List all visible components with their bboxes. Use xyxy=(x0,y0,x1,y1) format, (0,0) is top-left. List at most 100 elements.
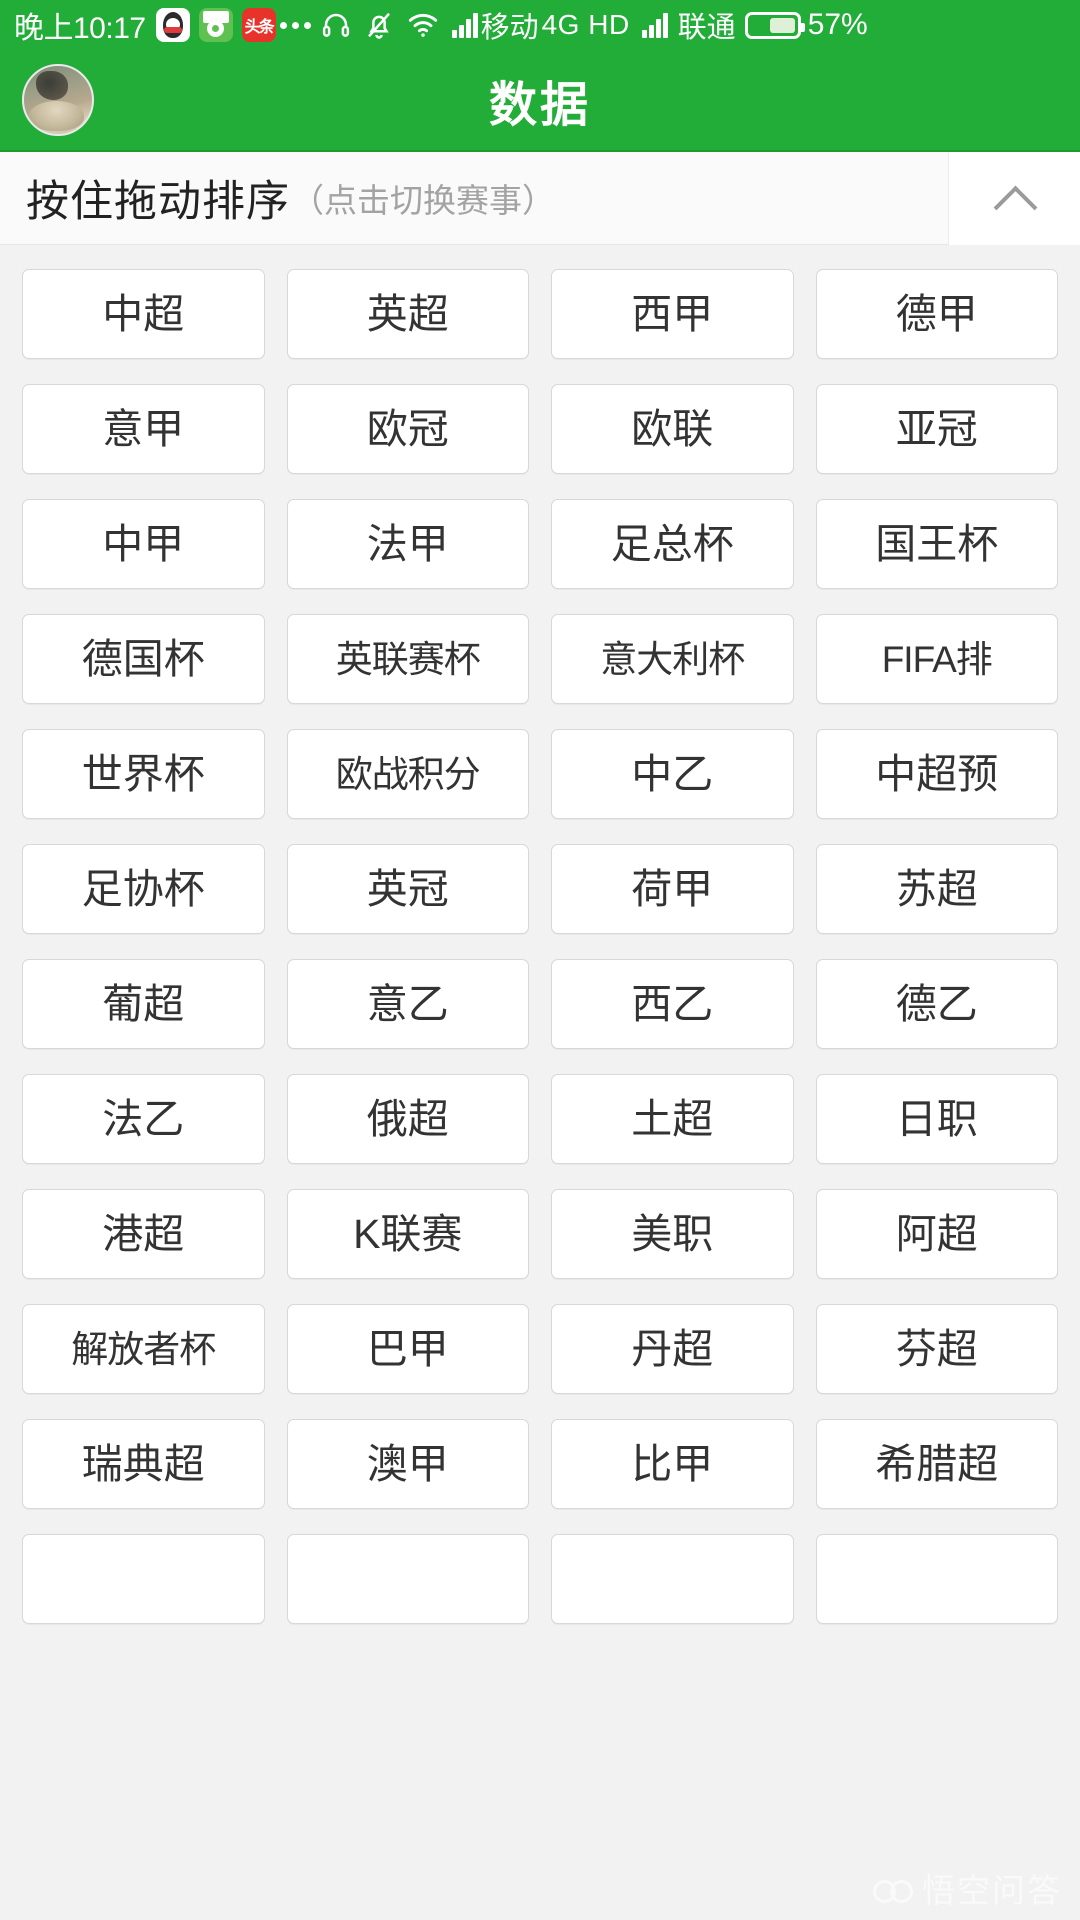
league-label: K联赛 xyxy=(353,1210,463,1257)
league-label: 荷甲 xyxy=(631,865,714,912)
league-card[interactable]: 德甲 xyxy=(815,269,1058,359)
carrier-secondary-label: 联通 xyxy=(677,12,736,44)
league-grid-area: 中超 英超 西甲 德甲意甲 欧冠 欧联 亚冠中甲 法甲 足总杯 国王杯德国杯 英联赛杯 意大利杯 FIF… xyxy=(0,245,1080,1920)
league-card[interactable]: 希腊超 xyxy=(815,1419,1058,1509)
league-label: 国王杯 xyxy=(875,520,999,567)
league-label: 解放者杯 xyxy=(71,1328,216,1370)
wifi-icon xyxy=(407,11,439,39)
league-card[interactable]: K联赛 xyxy=(286,1189,529,1279)
league-card[interactable]: 足总杯 xyxy=(551,499,794,589)
league-card-empty xyxy=(286,1534,529,1624)
league-card[interactable]: 英联赛杯 xyxy=(286,614,529,704)
league-label: 英联赛杯 xyxy=(335,638,481,680)
league-card[interactable]: 欧冠 xyxy=(286,384,529,474)
league-card[interactable]: 国王杯 xyxy=(815,499,1058,589)
league-card[interactable]: 足协杯 xyxy=(22,844,265,934)
league-card[interactable]: 解放者杯 xyxy=(22,1304,265,1394)
league-label: 比甲 xyxy=(631,1440,714,1487)
collapse-button[interactable] xyxy=(948,151,1080,245)
league-card[interactable]: 澳甲 xyxy=(286,1419,529,1509)
league-card[interactable]: 葡超 xyxy=(22,959,265,1049)
league-label: 意乙 xyxy=(366,980,449,1027)
watermark: 悟空问答 xyxy=(872,1864,1062,1912)
football-app-icon xyxy=(198,8,233,42)
league-label: 俄超 xyxy=(366,1095,449,1142)
league-card[interactable]: 日职 xyxy=(815,1074,1058,1164)
league-label: 英超 xyxy=(366,290,449,337)
league-label: 葡超 xyxy=(102,980,185,1027)
league-label: 足总杯 xyxy=(610,520,734,567)
league-card[interactable]: 意大利杯 xyxy=(551,614,794,704)
signal-icon-secondary xyxy=(641,12,668,38)
league-card[interactable]: 世界杯 xyxy=(22,729,265,819)
league-card[interactable]: 中超预 xyxy=(815,729,1058,819)
league-card[interactable]: 英超 xyxy=(286,269,529,359)
league-label: 中乙 xyxy=(631,750,714,797)
league-label: 巴甲 xyxy=(366,1325,449,1372)
league-label: 港超 xyxy=(102,1210,185,1257)
league-card[interactable]: 苏超 xyxy=(815,844,1058,934)
league-label: 苏超 xyxy=(895,865,978,912)
league-card[interactable]: 欧联 xyxy=(551,384,794,474)
sort-header: 按住拖动排序 （点击切换赛事） xyxy=(0,151,1080,245)
league-grid: 中超 英超 西甲 德甲意甲 欧冠 欧联 亚冠中甲 法甲 足总杯 国王杯德国杯 英联赛杯 意大利杯 FIF… xyxy=(22,269,1058,1624)
league-label: 中超预 xyxy=(875,750,999,797)
league-card[interactable]: 法甲 xyxy=(286,499,529,589)
league-label: 丹超 xyxy=(631,1325,714,1372)
league-card[interactable]: 俄超 xyxy=(286,1074,529,1164)
bell-muted-icon xyxy=(364,10,394,40)
headset-icon xyxy=(321,10,351,40)
page-title: 数据 xyxy=(488,79,591,132)
league-card[interactable]: 土超 xyxy=(551,1074,794,1164)
league-card[interactable]: 德乙 xyxy=(815,959,1058,1049)
league-card[interactable]: 中超 xyxy=(22,269,265,359)
league-card[interactable]: 意甲 xyxy=(22,384,265,474)
notification-icons: 头条 xyxy=(155,8,276,42)
league-card[interactable]: 巴甲 xyxy=(286,1304,529,1394)
league-label: 德乙 xyxy=(895,980,978,1027)
league-card[interactable]: 亚冠 xyxy=(815,384,1058,474)
league-card[interactable]: 丹超 xyxy=(551,1304,794,1394)
battery-icon xyxy=(744,11,805,39)
league-card[interactable]: 比甲 xyxy=(551,1419,794,1509)
signal-icon xyxy=(451,12,478,38)
league-card[interactable]: 瑞典超 xyxy=(22,1419,265,1509)
league-card[interactable]: FIFA排 xyxy=(815,614,1058,704)
network-type-label: 4G HD xyxy=(541,9,630,40)
league-card[interactable]: 中乙 xyxy=(551,729,794,819)
league-label: 欧战积分 xyxy=(335,753,481,795)
sort-header-hint: （点击切换赛事） xyxy=(291,182,555,219)
league-card[interactable]: 法乙 xyxy=(22,1074,265,1164)
league-label: 芬超 xyxy=(895,1325,978,1372)
league-card[interactable]: 英冠 xyxy=(286,844,529,934)
league-card[interactable]: 欧战积分 xyxy=(286,729,529,819)
league-label: 法甲 xyxy=(366,520,449,567)
league-card[interactable]: 西甲 xyxy=(551,269,794,359)
league-label: 土超 xyxy=(631,1095,714,1142)
wukong-logo-icon xyxy=(872,1871,914,1905)
league-card[interactable]: 美职 xyxy=(551,1189,794,1279)
league-card[interactable]: 德国杯 xyxy=(22,614,265,704)
league-card-empty xyxy=(22,1534,265,1624)
league-label: 中超 xyxy=(102,290,185,337)
app-bar: 数据 xyxy=(0,50,1080,152)
avatar[interactable] xyxy=(22,64,94,136)
chevron-up-icon xyxy=(996,179,1034,217)
league-label: 西甲 xyxy=(631,290,714,337)
league-card[interactable]: 芬超 xyxy=(815,1304,1058,1394)
league-card[interactable]: 西乙 xyxy=(551,959,794,1049)
league-label: 中甲 xyxy=(102,520,185,567)
league-label: 阿超 xyxy=(895,1210,978,1257)
league-card[interactable]: 港超 xyxy=(22,1189,265,1279)
league-label: 法乙 xyxy=(102,1095,185,1142)
league-label: 澳甲 xyxy=(366,1440,449,1487)
league-card[interactable]: 荷甲 xyxy=(551,844,794,934)
league-label: 日职 xyxy=(895,1095,978,1142)
league-card[interactable]: 意乙 xyxy=(286,959,529,1049)
league-card-empty xyxy=(815,1534,1058,1624)
league-label: 足协杯 xyxy=(81,865,205,912)
league-label: 瑞典超 xyxy=(81,1440,205,1487)
league-label: FIFA排 xyxy=(881,638,993,680)
league-card[interactable]: 阿超 xyxy=(815,1189,1058,1279)
league-card[interactable]: 中甲 xyxy=(22,499,265,589)
